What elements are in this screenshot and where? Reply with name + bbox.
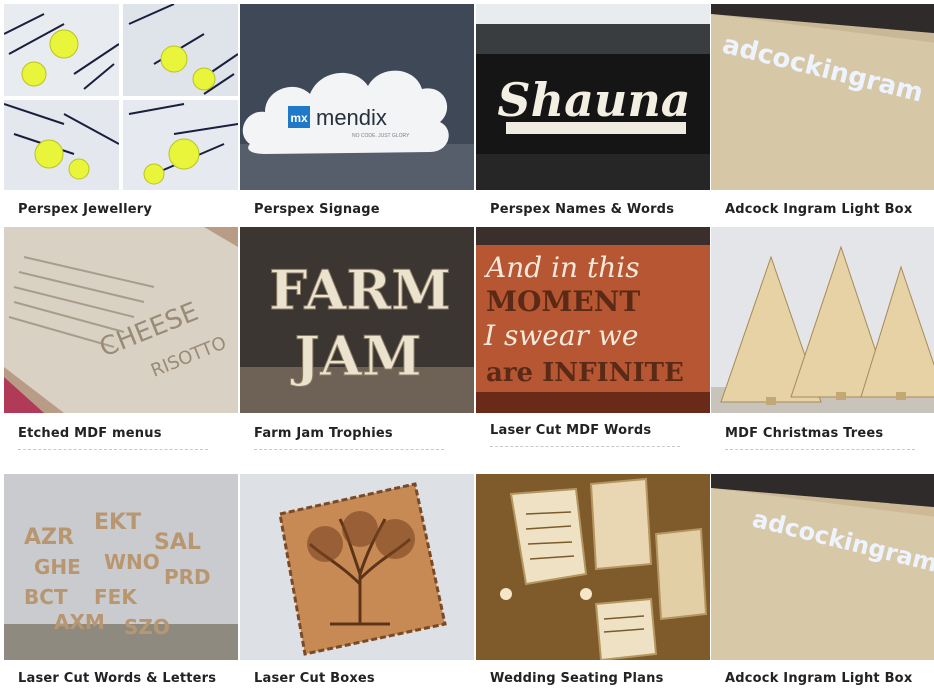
caption-divider: [18, 449, 208, 450]
svg-text:BCT: BCT: [24, 585, 68, 609]
gallery-image-etched-mdf-menus[interactable]: CHEESE RISOTTO: [4, 227, 238, 413]
svg-text:FEK: FEK: [94, 585, 138, 609]
caption-divider: [490, 446, 680, 447]
gallery-image-adcock-ingram-light-box[interactable]: adcockingram: [711, 474, 934, 660]
quote-line-2: MOMENT: [486, 285, 640, 318]
svg-text:AZR: AZR: [24, 525, 74, 550]
caption-divider: [254, 449, 444, 450]
caption-divider: [725, 449, 915, 450]
gallery-caption[interactable]: Laser Cut MDF Words: [476, 418, 710, 444]
gallery-image-wedding-seating-plans[interactable]: [476, 474, 710, 660]
svg-text:EKT: EKT: [94, 510, 141, 535]
gallery-image-farm-jam-trophies[interactable]: FARM JAM: [240, 227, 474, 413]
gallery-caption[interactable]: Adcock Ingram Light Box: [711, 197, 934, 223]
mendix-tagline: NO CODE. JUST GLORY: [352, 133, 410, 139]
gallery-image-adcock-ingram-light-box[interactable]: adcockingram: [711, 4, 934, 190]
gallery-image-perspex-signage[interactable]: mx mendix NO CODE. JUST GLORY: [240, 4, 474, 190]
trophy-word-1: FARM: [269, 258, 451, 322]
gallery-caption[interactable]: Etched MDF menus: [4, 421, 238, 447]
gallery-image-laser-cut-letters[interactable]: AZR EKT SAL GHE WNO PRD BCT FEK AXM SZO: [4, 474, 238, 660]
svg-text:SAL: SAL: [154, 530, 201, 555]
gallery-caption[interactable]: Perspex Jewellery: [4, 197, 238, 223]
gallery-caption[interactable]: Farm Jam Trophies: [240, 421, 474, 447]
gallery-image-perspex-names[interactable]: Shauna: [476, 4, 710, 190]
trophy-word-2: JAM: [290, 324, 421, 388]
svg-text:GHE: GHE: [34, 555, 81, 579]
svg-text:SZO: SZO: [124, 615, 170, 639]
gallery-caption[interactable]: MDF Christmas Trees: [711, 421, 934, 447]
svg-text:PRD: PRD: [164, 565, 211, 589]
quote-line-3: I swear we: [483, 319, 638, 352]
gallery-caption[interactable]: Adcock Ingram Light Box: [711, 666, 934, 692]
perspex-word: Shauna: [497, 73, 690, 127]
svg-text:AXM: AXM: [54, 610, 105, 634]
gallery-caption[interactable]: Laser Cut Boxes: [240, 666, 474, 692]
quote-line-4: are INFINITE: [486, 358, 684, 388]
mendix-logo-mark: mx: [290, 111, 308, 125]
gallery-caption[interactable]: Laser Cut Words & Letters: [4, 666, 238, 692]
gallery-caption[interactable]: Perspex Signage: [240, 197, 474, 223]
gallery-image-perspex-jewellery[interactable]: [4, 4, 238, 190]
portfolio-gallery: Perspex Jewellery mx mendix NO CODE. JUS…: [0, 0, 934, 690]
gallery-caption[interactable]: Wedding Seating Plans: [476, 666, 710, 692]
gallery-image-mdf-christmas-trees[interactable]: [711, 227, 934, 413]
gallery-image-laser-cut-mdf-words[interactable]: And in this MOMENT I swear we are INFINI…: [476, 227, 710, 413]
gallery-caption[interactable]: Perspex Names & Words: [476, 197, 710, 223]
mendix-logo-text: mendix: [316, 105, 387, 130]
quote-line-1: And in this: [483, 251, 640, 284]
gallery-image-laser-cut-boxes[interactable]: [240, 474, 474, 660]
svg-text:WNO: WNO: [104, 550, 160, 574]
